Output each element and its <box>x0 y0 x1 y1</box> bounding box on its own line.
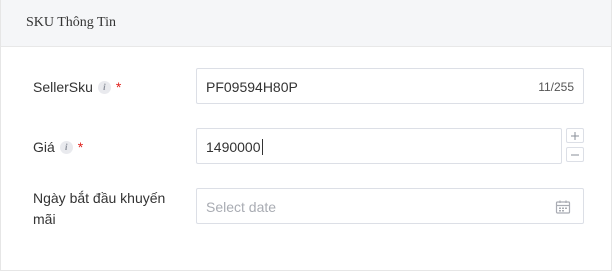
promo-start-date-label-line1: Ngày bắt đầu khuyến <box>33 190 166 206</box>
seller-sku-value: PF09594H80P <box>206 79 298 95</box>
price-label: Giá <box>33 139 55 155</box>
price-increment-button[interactable] <box>566 128 584 143</box>
calendar-icon[interactable] <box>555 199 571 215</box>
card-header: SKU Thông Tin <box>1 0 611 47</box>
date-placeholder: Select date <box>206 199 277 215</box>
promo-start-date-label: Ngày bắt đầu khuyến mãi <box>33 188 165 230</box>
seller-sku-char-counter: 11/255 <box>538 80 574 94</box>
seller-sku-input[interactable]: PF09594H80P 11/255 <box>196 68 584 104</box>
seller-sku-label-row: SellerSku i * <box>33 79 121 95</box>
section-title: SKU Thông Tin <box>26 15 117 30</box>
sku-info-card: SKU Thông Tin SellerSku i * PF09594H80P … <box>0 0 612 271</box>
info-icon[interactable]: i <box>59 140 73 154</box>
price-label-row: Giá i * <box>33 139 83 155</box>
text-caret <box>261 139 263 155</box>
promo-start-date-picker[interactable]: Select date <box>196 188 584 224</box>
info-icon[interactable]: i <box>97 80 111 94</box>
promo-start-date-label-line2: mãi <box>33 211 56 227</box>
plus-icon <box>571 131 579 140</box>
price-decrement-button[interactable] <box>566 147 584 162</box>
required-mark: * <box>115 79 122 95</box>
required-mark: * <box>77 139 84 155</box>
minus-icon <box>571 154 579 155</box>
seller-sku-label: SellerSku <box>33 79 93 95</box>
price-value: 1490000 <box>206 139 261 155</box>
price-value-wrap: 1490000 <box>206 139 263 155</box>
price-input[interactable]: 1490000 <box>196 128 562 164</box>
